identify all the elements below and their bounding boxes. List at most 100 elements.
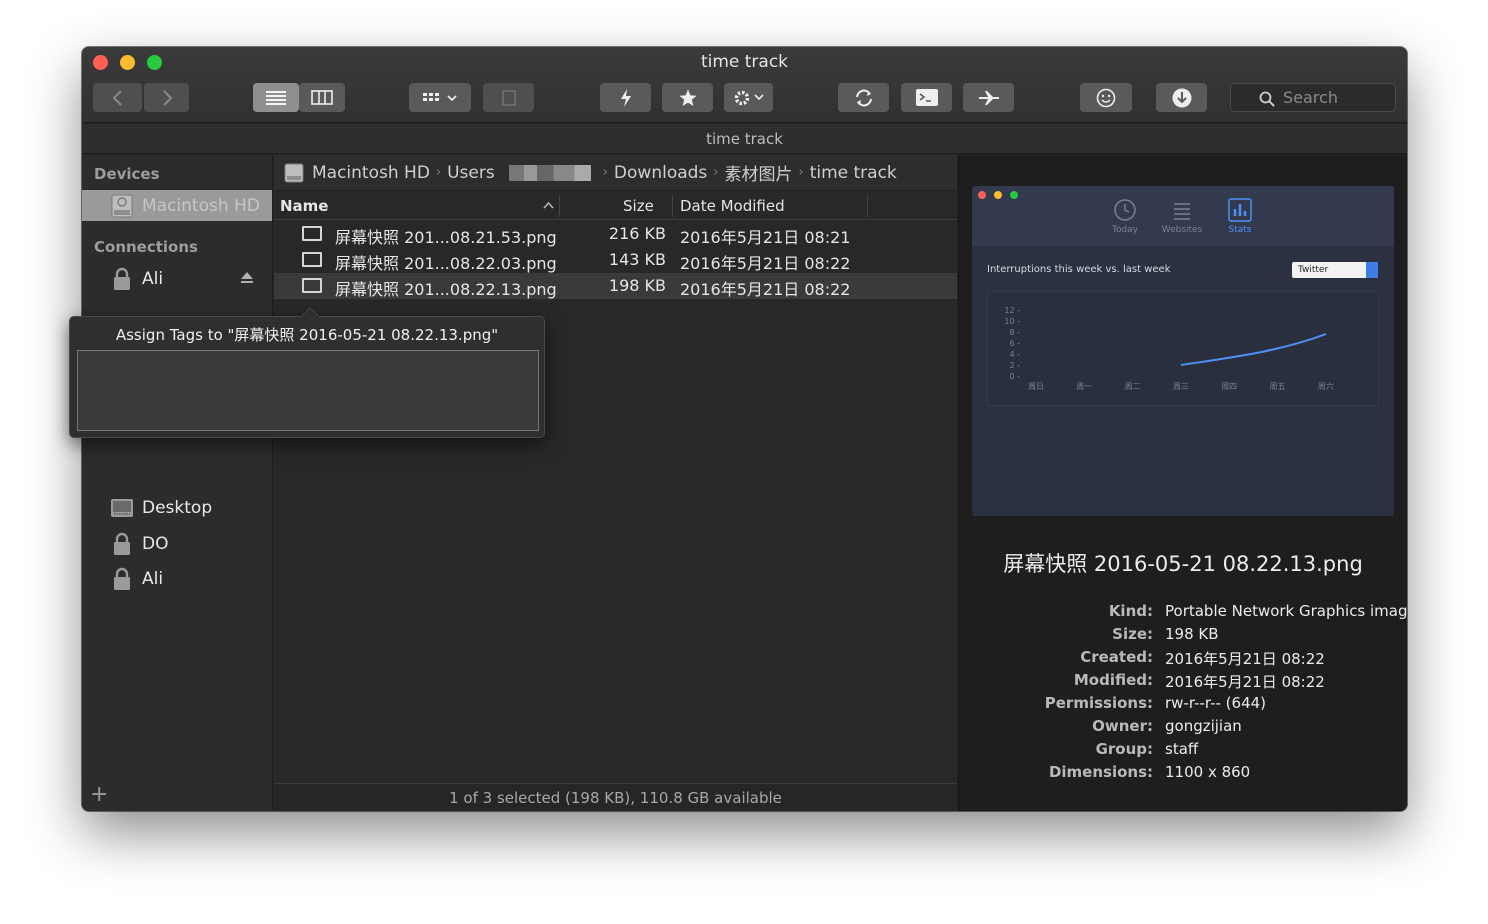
popover-title: Assign Tags to "屏幕快照 2016-05-21 08.22.13…: [115, 326, 499, 344]
info-row-created: Created: 2016年5月21日 08:22: [959, 648, 1407, 670]
sidebar-item-label: DO: [142, 533, 169, 554]
info-key: Group:: [1095, 740, 1153, 758]
x-tick-label: 周五: [1270, 382, 1286, 391]
download-button[interactable]: [1156, 83, 1207, 112]
desktop-icon: [110, 496, 134, 520]
search-placeholder: Search: [1283, 88, 1338, 107]
x-tick-label: 周二: [1125, 382, 1141, 391]
column-view-icon: [311, 90, 333, 105]
x-tick-label: 周四: [1221, 382, 1237, 391]
assign-tags-popover: Assign Tags to "屏幕快照 2016-05-21 08.22.13…: [69, 307, 545, 438]
column-name[interactable]: Name: [280, 197, 328, 215]
grid-icon: [423, 92, 457, 101]
terminal-button[interactable]: [901, 83, 952, 112]
eject-icon[interactable]: [240, 271, 254, 285]
table-row[interactable]: 屏幕快照 201...08.21.53.png 216 KB 2016年5月21…: [274, 221, 957, 247]
sidebar-item-label: Macintosh HD: [142, 195, 260, 216]
thumbnail-tab-label: Today: [1111, 225, 1139, 235]
breadcrumb-separator-icon: ›: [602, 165, 608, 180]
path-title-bar: time track: [82, 124, 1407, 154]
info-value: 1100 x 860: [1165, 763, 1251, 781]
add-icon[interactable]: +: [90, 782, 108, 807]
star-icon: [678, 89, 697, 106]
search-input[interactable]: Search: [1230, 83, 1396, 112]
x-tick-label: 周日: [1028, 382, 1044, 391]
settings-button[interactable]: [724, 83, 773, 112]
sidebar-item-ali-connection[interactable]: Ali: [82, 263, 272, 294]
sidebar: Devices Macintosh HD Connections Ali Des…: [82, 155, 273, 811]
sidebar-heading-devices: Devices: [94, 165, 160, 183]
airdrop-button[interactable]: [963, 83, 1014, 112]
breadcrumb-separator-icon: ›: [435, 165, 442, 180]
window-title: time track: [700, 52, 789, 72]
info-value: gongzijian: [1165, 717, 1242, 735]
table-row-selected[interactable]: 屏幕快照 201...08.22.13.png 198 KB 2016年5月21…: [274, 273, 957, 299]
file-size: 216 KB: [608, 224, 666, 243]
list-icon: [1174, 203, 1190, 220]
column-date-modified[interactable]: Date Modified: [680, 197, 785, 215]
file-size: 143 KB: [608, 250, 666, 269]
y-tick-label: 8 -: [1009, 328, 1020, 337]
x-tick-label: 周三: [1173, 382, 1189, 391]
column-view-button[interactable]: [299, 83, 345, 112]
sidebar-item-do[interactable]: DO: [82, 528, 272, 559]
lock-icon: [110, 567, 134, 591]
info-row-kind: Kind: Portable Network Graphics image: [959, 602, 1407, 624]
preview-filename: 屏幕快照 2016-05-21 08.22.13.png: [1003, 552, 1363, 576]
column-size[interactable]: Size: [623, 197, 654, 215]
gear-icon: [734, 90, 764, 105]
y-tick-label: 10 -: [1004, 317, 1020, 326]
lock-icon: [110, 532, 134, 556]
info-value: 2016年5月21日 08:22: [1165, 673, 1325, 691]
bolt-icon: [620, 88, 631, 107]
info-value: Portable Network Graphics image: [1165, 602, 1407, 620]
action-button[interactable]: [600, 83, 651, 112]
list-view-icon: [266, 90, 286, 105]
info-value: staff: [1165, 740, 1199, 758]
back-button[interactable]: [93, 83, 142, 112]
file-date: 2016年5月21日 08:22: [680, 254, 851, 273]
favorite-button[interactable]: [662, 83, 713, 112]
file-date: 2016年5月21日 08:21: [680, 228, 851, 247]
bar-chart-icon: [1228, 198, 1252, 222]
breadcrumb-item[interactable]: Downloads: [614, 163, 707, 183]
file-name: 屏幕快照 201...08.22.03.png: [335, 254, 557, 273]
status-bar: 1 of 3 selected (198 KB), 110.8 GB avail…: [274, 783, 957, 811]
info-key: Size:: [1112, 625, 1153, 643]
sync-button[interactable]: [838, 83, 889, 112]
column-divider[interactable]: [672, 195, 673, 217]
document-icon: [501, 89, 516, 106]
share-button[interactable]: [483, 83, 534, 112]
thumbnail-tab-websites: Websites: [1152, 198, 1212, 235]
sidebar-item-ali[interactable]: Ali: [82, 563, 272, 594]
file-size: 198 KB: [608, 276, 666, 295]
thumbnail-chart-label: Interruptions this week vs. last week: [987, 264, 1171, 275]
hard-drive-icon: [284, 163, 304, 182]
breadcrumb-item[interactable]: 素材图片: [724, 160, 792, 185]
lock-icon: [110, 267, 134, 291]
list-view-button[interactable]: [253, 83, 299, 112]
preview-pane: Today Websites Stats Interruptions this …: [958, 155, 1407, 811]
hard-drive-icon: [110, 194, 134, 218]
column-divider[interactable]: [559, 195, 560, 217]
sidebar-item-macintosh-hd[interactable]: Macintosh HD: [82, 190, 272, 221]
breadcrumb-item[interactable]: Macintosh HD: [312, 163, 430, 183]
forward-button[interactable]: [144, 83, 189, 112]
redacted-username: [508, 164, 591, 181]
column-divider[interactable]: [867, 195, 868, 217]
x-tick-label: 周六: [1318, 381, 1334, 391]
emoji-button[interactable]: [1080, 83, 1132, 112]
terminal-icon: [915, 89, 938, 106]
refresh-icon: [855, 89, 872, 106]
sidebar-item-desktop[interactable]: Desktop: [82, 492, 272, 523]
breadcrumb-item[interactable]: Users: [447, 163, 495, 183]
table-row[interactable]: 屏幕快照 201...08.22.03.png 143 KB 2016年5月21…: [274, 247, 957, 273]
sort-ascending-icon[interactable]: [543, 201, 554, 209]
tags-input[interactable]: [77, 350, 539, 431]
info-key: Modified:: [1073, 671, 1153, 689]
breadcrumb-item[interactable]: time track: [810, 163, 897, 183]
file-browser: Macintosh HD › Users › Downloads › 素材图片 …: [274, 155, 957, 811]
thumbnail-minimize-dot: [994, 191, 1002, 199]
thumbnail-tab-stats: Stats: [1210, 198, 1270, 235]
group-by-button[interactable]: [409, 83, 471, 112]
